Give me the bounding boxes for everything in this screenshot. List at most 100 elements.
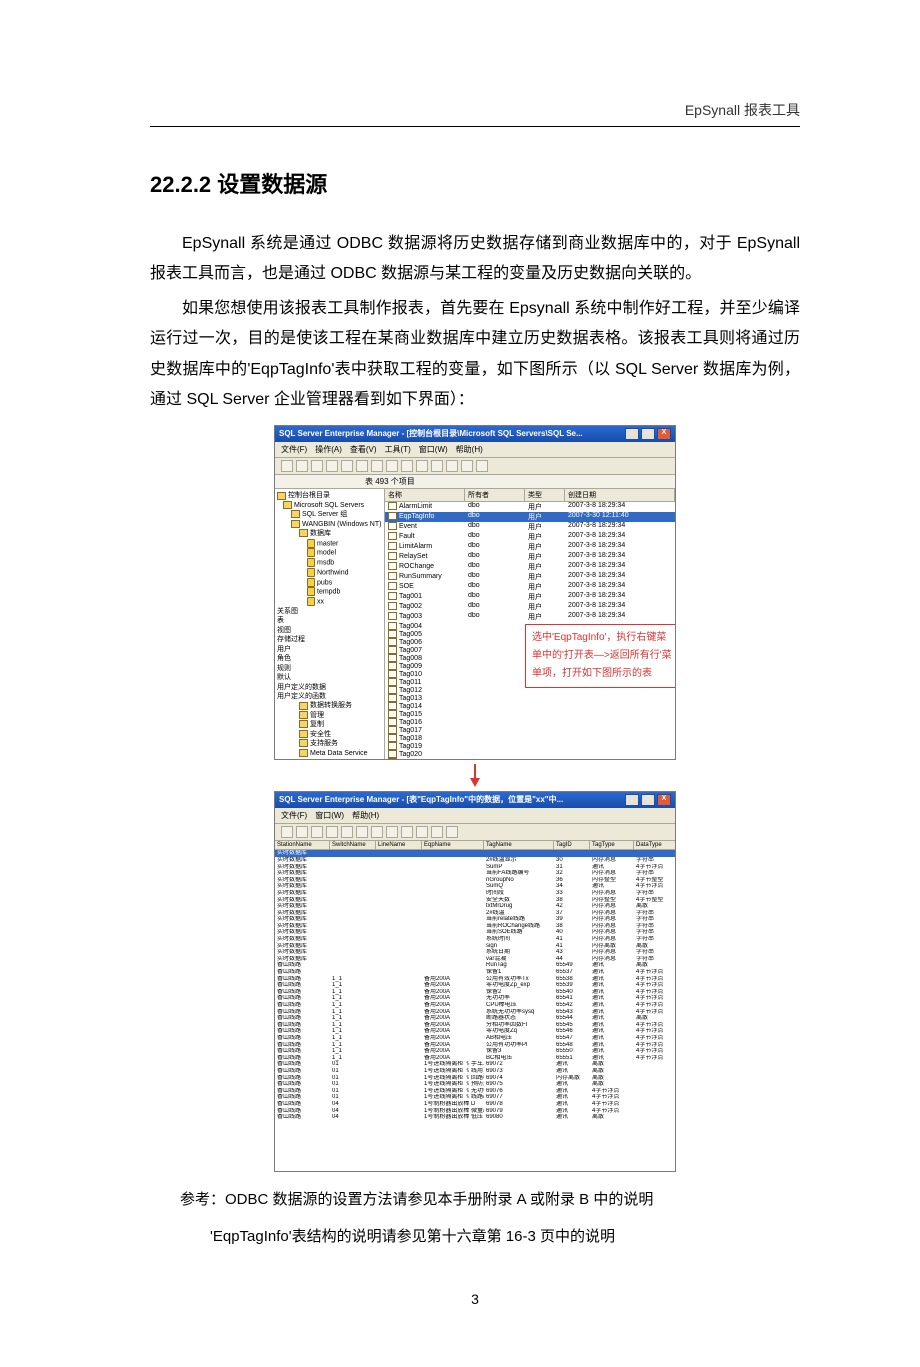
toolbar-icon[interactable] <box>401 460 413 472</box>
tree-item[interactable]: xx <box>277 597 382 607</box>
menu-item[interactable]: 文件(F) <box>281 445 307 454</box>
table-row[interactable]: 香山线路1_1备用200A公用有效功率Tx65538通讯4字节浮点 <box>275 976 675 983</box>
table-row[interactable]: 实时数据库SumQ34通讯4字节浮点 <box>275 883 675 890</box>
table-row[interactable]: Tag014 <box>385 702 675 710</box>
toolbar-icon[interactable] <box>431 460 443 472</box>
tree-item[interactable]: pubs <box>277 578 382 588</box>
table-row[interactable]: 香山线路1_1备用200ABC相电压65551通讯4字节浮点 <box>275 1055 675 1062</box>
maximize-icon[interactable]: □ <box>641 428 655 440</box>
tree-item[interactable]: 默认 <box>277 673 382 682</box>
maximize-icon[interactable]: □ <box>641 794 655 806</box>
column-header[interactable]: 所有者 <box>465 489 525 501</box>
column-header[interactable]: 创建日期 <box>565 489 675 501</box>
table-row[interactable]: 香山线路011号进线隔离柜《 预防速断69075通讯离散 <box>275 1081 675 1088</box>
figure-2-table[interactable]: StationNameSwitchNameLineNameEqpNameTagN… <box>275 841 675 1171</box>
table-row[interactable]: 实时数据库当前relate线路39内存消息字符串 <box>275 916 675 923</box>
column-header[interactable]: StationName <box>275 841 330 849</box>
tree-item[interactable]: master <box>277 539 382 549</box>
toolbar-icon[interactable] <box>476 460 488 472</box>
table-row[interactable]: Tag016 <box>385 718 675 726</box>
column-header[interactable]: TagName <box>484 841 554 849</box>
toolbar-icon[interactable] <box>356 460 368 472</box>
menu-item[interactable]: 窗口(W) <box>315 811 344 820</box>
toolbar-icon[interactable] <box>446 460 458 472</box>
tree-item[interactable]: msdb <box>277 558 382 568</box>
table-row[interactable]: SOEdbo用户2007-3-8 18:29:34 <box>385 582 675 592</box>
table-row[interactable]: 实时数据库系统时间41内存消息字符串 <box>275 936 675 943</box>
table-row[interactable]: 实时数据库SumP31通讯4字节浮点 <box>275 864 675 871</box>
menu-item[interactable]: 文件(F) <box>281 811 307 820</box>
table-row[interactable]: Faultdbo用户2007-3-8 18:29:34 <box>385 532 675 542</box>
table-row[interactable]: Eventdbo用户2007-3-8 18:29:34 <box>385 522 675 532</box>
table-row[interactable]: Tag017 <box>385 726 675 734</box>
menu-item[interactable]: 窗口(W) <box>419 445 448 454</box>
table-row[interactable]: 香山线路041号制粉器出放棒 低压69080通讯离散 <box>275 1114 675 1121</box>
tree-item[interactable]: 安全性 <box>277 730 382 739</box>
menu-item[interactable]: 帮助(H) <box>456 445 483 454</box>
figure-1-tree[interactable]: 控制台根目录Microsoft SQL ServersSQL Server 组W… <box>275 489 385 759</box>
tree-item[interactable]: 角色 <box>277 654 382 663</box>
table-row[interactable]: 香山线路041号制粉器出放棒 D69078通讯4字节浮点 <box>275 1101 675 1108</box>
table-row[interactable]: 香山线路1_1备用200ACPU棒电压65542通讯4字节浮点 <box>275 1002 675 1009</box>
menu-item[interactable]: 帮助(H) <box>352 811 379 820</box>
tree-item[interactable]: 用户定义的函数 <box>277 692 382 701</box>
toolbar-icon[interactable] <box>341 826 353 838</box>
tree-item[interactable]: 表 <box>277 616 382 625</box>
column-header[interactable]: EqpName <box>422 841 484 849</box>
toolbar-icon[interactable] <box>311 826 323 838</box>
toolbar-icon[interactable] <box>296 826 308 838</box>
table-row[interactable]: 香山线路1_1备用200A分相功率因数FI65545通讯4字节浮点 <box>275 1022 675 1029</box>
tree-item[interactable]: WANGBIN (Windows NT) <box>277 520 382 529</box>
table-row[interactable]: Tag001dbo用户2007-3-8 18:29:34 <box>385 592 675 602</box>
table-row[interactable]: EqpTagInfodbo用户2007-3-30 12:11:40 <box>385 512 675 522</box>
table-row[interactable]: LimitAlarmdbo用户2007-3-8 18:29:34 <box>385 542 675 552</box>
table-row[interactable]: 香山线路1_1备用200A系统无功功率sysq65543通讯4字节浮点 <box>275 1009 675 1016</box>
toolbar-icon[interactable] <box>461 460 473 472</box>
table-row[interactable]: Tag013 <box>385 694 675 702</box>
menu-item[interactable]: 操作(A) <box>315 445 342 454</box>
toolbar-icon[interactable] <box>386 826 398 838</box>
toolbar-icon[interactable] <box>311 460 323 472</box>
table-row[interactable]: 实时数据库当前SOE线路40内存消息字符串 <box>275 929 675 936</box>
toolbar-icon[interactable] <box>326 460 338 472</box>
tree-item[interactable]: Northwind <box>277 568 382 578</box>
tree-item[interactable]: 控制台根目录 <box>277 491 382 500</box>
tree-item[interactable]: 用户定义的数据 <box>277 683 382 692</box>
table-row[interactable]: Tag015 <box>385 710 675 718</box>
table-row[interactable]: 香山线路1_1备用200A保留365550通讯4字节浮点 <box>275 1048 675 1055</box>
toolbar-icon[interactable] <box>446 826 458 838</box>
table-row[interactable]: 实时数据库var混凝44内存消息字符串 <box>275 956 675 963</box>
column-header[interactable]: LineName <box>376 841 422 849</box>
toolbar-icon[interactable] <box>371 460 383 472</box>
table-row[interactable]: 实时数据库2#线温37内存消息字符串 <box>275 910 675 917</box>
column-header[interactable]: 名称 <box>385 489 465 501</box>
table-row[interactable]: 香山线路1_1备用200A无功功率65541通讯4字节浮点 <box>275 995 675 1002</box>
table-row[interactable]: Tag002dbo用户2007-3-8 18:29:34 <box>385 602 675 612</box>
table-row[interactable]: 香山线路1_1备用200A公用有功功率Pl65548通讯4字节浮点 <box>275 1042 675 1049</box>
column-header[interactable]: TagType <box>590 841 634 849</box>
table-row[interactable]: 香山线路保留165537通讯4字节浮点 <box>275 969 675 976</box>
table-row[interactable]: Tag019 <box>385 742 675 750</box>
tree-item[interactable]: 用户 <box>277 645 382 654</box>
table-row[interactable]: 香山线路1_1备用200A零功电度Zp_exp65539通讯4字节浮点 <box>275 982 675 989</box>
tree-item[interactable]: 数据库 <box>277 529 382 538</box>
table-row[interactable]: 实时数据库txtMrDrug42内存消息离散 <box>275 903 675 910</box>
column-header[interactable]: 类型 <box>525 489 565 501</box>
toolbar-icon[interactable] <box>416 826 428 838</box>
table-row[interactable]: RunSummarydbo用户2007-3-8 18:29:34 <box>385 572 675 582</box>
table-row[interactable]: 香山线路011号进线隔离柜《 无功电度Ex69076通讯4字节浮点 <box>275 1088 675 1095</box>
column-header[interactable]: SwitchName <box>330 841 376 849</box>
table-row[interactable]: 香山线路011号进线隔离柜《 回路标识位69074内存离散离散 <box>275 1075 675 1082</box>
toolbar-icon[interactable] <box>296 460 308 472</box>
menu-item[interactable]: 查看(V) <box>350 445 377 454</box>
minimize-icon[interactable]: _ <box>625 794 639 806</box>
tree-item[interactable]: tempdb <box>277 587 382 597</box>
tree-item[interactable]: 管理 <box>277 711 382 720</box>
tree-item[interactable]: 复制 <box>277 720 382 729</box>
table-row[interactable]: ROChangedbo用户2007-3-8 18:29:34 <box>385 562 675 572</box>
figure-1-table[interactable]: 名称所有者类型创建日期 AlarmLimitdbo用户2007-3-8 18:2… <box>385 489 675 759</box>
table-row[interactable]: AlarmLimitdbo用户2007-3-8 18:29:34 <box>385 502 675 512</box>
table-row[interactable]: 香山线路041号制粉器出放棒 微量ab相电流69079通讯4字节浮点 <box>275 1108 675 1115</box>
toolbar-icon[interactable] <box>431 826 443 838</box>
tree-item[interactable]: 支持服务 <box>277 739 382 748</box>
